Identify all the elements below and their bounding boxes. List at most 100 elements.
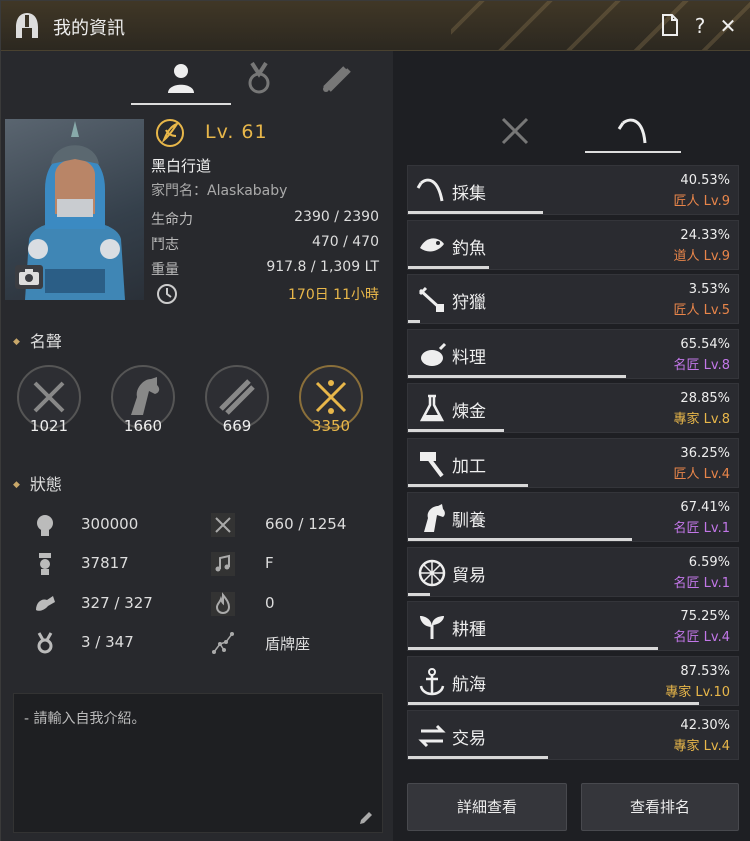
clock-icon <box>157 284 177 304</box>
life-skill-row[interactable]: 釣魚 24.33% 道人 Lv.9 <box>407 219 739 270</box>
playtime: 170日 11小時 <box>288 287 379 303</box>
energy-icon <box>39 553 51 575</box>
tab-knowledge[interactable] <box>307 59 367 97</box>
stat-spirit: 鬥志 470 / 470 <box>151 234 379 254</box>
skill-points-icon <box>211 513 235 537</box>
life-skill-progress-bar <box>408 429 504 432</box>
life-skill-row[interactable]: 煉金 28.85% 專家 Lv.8 <box>407 383 739 433</box>
stat-value: 917.8 / 1,309 LT <box>266 259 379 275</box>
life-skill-rank: 匠人 Lv.4 <box>673 466 730 482</box>
music-icon <box>211 552 235 576</box>
fishing-icon <box>420 237 444 251</box>
life-skill-row[interactable]: 耕種 75.25% 名匠 Lv.4 <box>407 601 739 651</box>
character-level: Lv. 61 <box>205 121 268 143</box>
camera-icon[interactable] <box>15 265 43 289</box>
life-skill-percent: 28.85% <box>680 391 730 406</box>
detail-button[interactable]: 詳細查看 <box>407 783 567 831</box>
life-skill-percent: 42.30% <box>680 718 730 733</box>
farming-icon <box>420 616 444 639</box>
tab-profile[interactable] <box>131 59 231 105</box>
barter-icon <box>418 724 446 748</box>
crossed-swords-icon <box>501 117 529 145</box>
life-skill-progress-bar <box>408 756 549 759</box>
contribution-icon <box>37 515 53 536</box>
life-skill-row[interactable]: 交易 42.30% 專家 Lv.4 <box>407 710 739 760</box>
life-skill-rank: 名匠 Lv.8 <box>673 357 730 373</box>
stat-value: 470 / 470 <box>311 234 379 250</box>
life-skill-progress-bar <box>408 374 626 378</box>
tab-life-skills[interactable] <box>585 111 681 153</box>
life-skill-percent: 40.53% <box>680 173 730 188</box>
window-title: 我的資訊 <box>53 18 125 39</box>
life-skill-name: 狩獵 <box>452 293 486 313</box>
life-skill-rank: 專家 Lv.10 <box>665 684 730 700</box>
close-icon[interactable]: ✕ <box>717 14 739 38</box>
stat-label: 重量 <box>151 262 179 278</box>
inventory-icon <box>37 632 53 654</box>
stat-hp: 生命力 2390 / 2390 <box>151 209 379 229</box>
life-skill-row[interactable]: 航海 87.53% 專家 Lv.10 <box>407 655 739 706</box>
life-skills-panel: 採集 40.53% 匠人 Lv.9 釣魚 24.33% 道人 Lv.9 狩獵 3.53% 匠人 … <box>393 51 750 841</box>
life-fame-value: 1660 <box>123 417 163 435</box>
life-skill-percent: 65.54% <box>680 336 730 352</box>
life-skill-rank: 匠人 Lv.5 <box>673 303 730 318</box>
character-portrait <box>5 119 144 300</box>
life-skill-rank: 名匠 Lv.4 <box>673 630 730 645</box>
life-skill-rank: 道人 Lv.9 <box>673 248 730 264</box>
life-skill-rank: 匠人 Lv.9 <box>673 194 730 209</box>
life-skill-row[interactable]: 狩獵 3.53% 匠人 Lv.5 <box>407 274 739 324</box>
skill-points-value: 660 / 1254 <box>265 515 347 533</box>
life-skill-percent: 36.25% <box>680 445 730 461</box>
life-skill-progress-bar <box>408 211 543 214</box>
life-skill-row[interactable]: 加工 36.25% 匠人 Lv.4 <box>407 437 739 488</box>
hunting-icon <box>418 286 444 312</box>
scroll-icon <box>323 66 351 92</box>
pencil-icon[interactable] <box>358 810 374 826</box>
life-skill-rank: 名匠 Lv.1 <box>673 575 730 591</box>
life-skill-name: 加工 <box>452 456 486 477</box>
life-skill-row[interactable]: 採集 40.53% 匠人 Lv.9 <box>407 165 739 215</box>
total-fame-value: 3350 <box>311 417 351 435</box>
life-skill-name: 貿易 <box>452 565 486 586</box>
life-skill-name: 交易 <box>452 729 486 749</box>
life-skill-percent: 24.33% <box>680 227 730 243</box>
processing-icon <box>420 451 444 477</box>
character-name: 黑白行道 <box>151 157 212 175</box>
tab-medals[interactable] <box>229 59 289 97</box>
title-bar[interactable]: 我的資訊 ? ✕ <box>1 1 750 51</box>
life-skill-progress-bar <box>408 265 489 269</box>
character-panel: Lv. 61 黑白行道 家門名：Alaskababy 生命力 2390 / 23… <box>1 51 587 841</box>
constellation-value: 盾牌座 <box>265 635 311 653</box>
life-skill-percent: 87.53% <box>680 663 730 679</box>
intro-placeholder: - 請輸入自我介紹。 <box>24 711 146 727</box>
help-icon[interactable]: ? <box>689 14 711 38</box>
trade-icon <box>418 559 446 586</box>
life-skill-row[interactable]: 貿易 6.59% 名匠 Lv.1 <box>407 546 739 597</box>
life-skill-name: 航海 <box>452 674 486 695</box>
tab-combat-skills[interactable] <box>485 111 545 151</box>
self-introduction-field[interactable]: - 請輸入自我介紹。 <box>13 693 383 833</box>
document-icon[interactable] <box>659 14 681 38</box>
person-icon <box>168 64 194 93</box>
family-name: 家門名：Alaskababy <box>151 183 288 199</box>
life-skill-name: 釣魚 <box>452 238 486 259</box>
life-skill-name: 馴養 <box>452 511 486 531</box>
contribution-value: 300000 <box>81 515 139 533</box>
constellation-icon <box>212 632 234 654</box>
energy-value: 37817 <box>81 554 129 572</box>
life-skill-progress-bar <box>408 483 529 487</box>
life-skill-row[interactable]: 馴養 67.41% 名匠 Lv.1 <box>407 492 739 542</box>
life-skill-progress-bar <box>408 701 699 705</box>
life-skill-row[interactable]: 料理 65.54% 名匠 Lv.8 <box>407 328 739 379</box>
sailing-icon <box>419 667 445 695</box>
combat-fame-value: 1021 <box>29 417 69 435</box>
alchemy-icon <box>419 394 445 422</box>
info-tabs <box>1 51 587 105</box>
fire-icon <box>211 592 235 616</box>
fire-value: 0 <box>265 594 275 612</box>
life-skill-progress-bar <box>408 320 420 323</box>
ranking-button[interactable]: 查看排名 <box>581 783 739 831</box>
fame-section-title: 名聲 <box>13 328 62 352</box>
life-skill-percent: 3.53% <box>688 282 730 297</box>
helmet-icon <box>16 13 38 38</box>
